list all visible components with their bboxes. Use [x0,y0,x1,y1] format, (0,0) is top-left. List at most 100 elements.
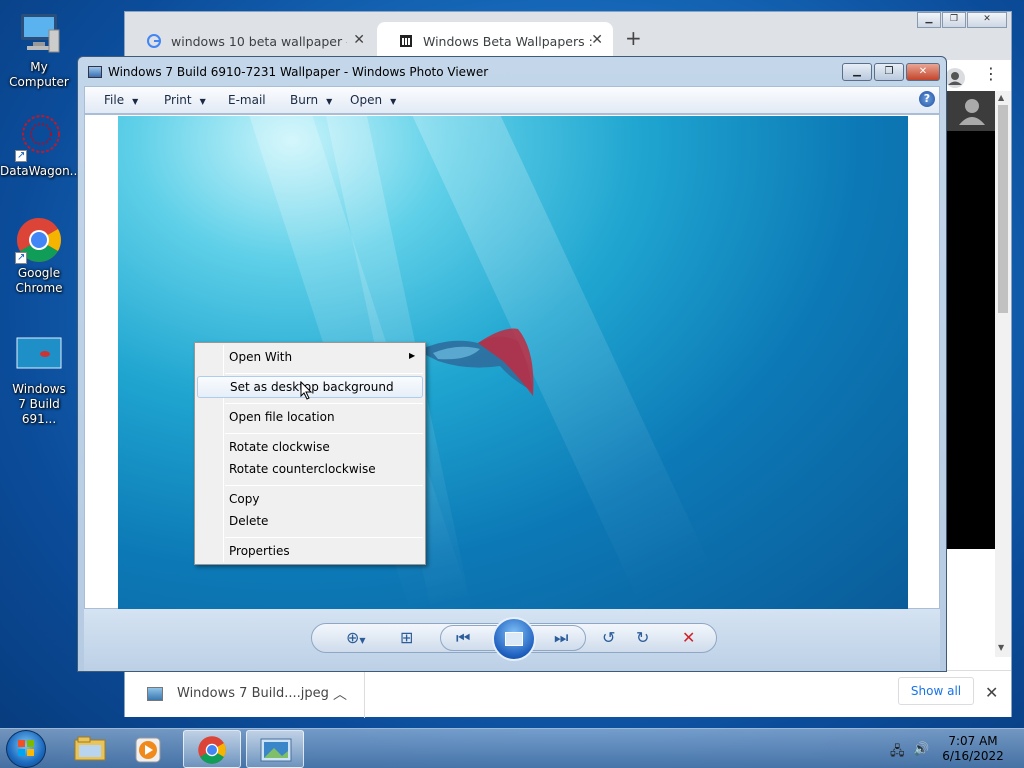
maximize-button[interactable]: ❐ [874,63,904,81]
rotate-counterclockwise-icon[interactable]: ↺ [602,628,615,647]
chevron-up-icon[interactable]: ︿ [333,684,347,704]
image-file-icon [147,687,163,701]
menu-print[interactable]: Print ▼ [164,93,206,107]
tab-label: windows 10 beta wallpaper - Goo [171,33,347,49]
browser-minimize-button[interactable]: ▁ [917,12,941,28]
tab-wallpapers[interactable]: Windows Beta Wallpapers : Wallp ✕ [377,22,613,60]
dropdown-arrow-icon: ▼ [199,97,206,106]
chrome-icon [15,216,63,265]
datawagon-icon [15,114,63,163]
profile-icon[interactable] [945,68,965,88]
dropdown-arrow-icon: ▼ [326,97,333,106]
desktop-icon-google-chrome[interactable]: Google Chrome [0,216,78,296]
scrollbar-thumb[interactable] [998,105,1008,313]
window-title: Windows 7 Build 6910-7231 Wallpaper - Wi… [108,65,489,79]
shortcut-arrow-icon [15,250,27,265]
menu-label: Burn [290,93,319,107]
menu-label: Print [164,93,192,107]
context-menu: Open With ▶ Set as desktop background Op… [194,342,426,565]
menu-separator [225,485,423,486]
page-scrollbar[interactable]: ▲ ▼ [995,91,1011,657]
download-item[interactable]: Windows 7 Build....jpeg ︿ [125,671,365,718]
mouse-cursor-icon [300,381,313,400]
minimize-button[interactable]: ▁ [842,63,872,81]
betta-fish-image [418,328,534,396]
tab-close-icon[interactable]: ✕ [591,32,603,48]
desktop-icon-label: Google Chrome [15,266,63,295]
shortcut-arrow-icon [15,148,27,163]
system-clock[interactable]: 7:07 AM 6/16/2022 [940,734,1006,764]
page-dark-topbar [947,91,995,131]
desktop-icon-datawagon[interactable]: DataWagon... [0,114,82,179]
taskbar-photo-viewer[interactable] [246,730,304,768]
close-button[interactable]: ✕ [906,63,940,81]
menu-burn[interactable]: Burn ▼ [290,93,332,107]
next-icon[interactable]: ⏭ [554,628,568,648]
google-icon [147,34,161,48]
show-all-button[interactable]: Show all [898,677,974,705]
browser-restore-button[interactable]: ❐ [942,12,966,28]
actual-size-icon[interactable]: ⊞ [400,628,413,647]
desktop-icon-my-computer[interactable]: My Computer [0,10,78,90]
taskbar-chrome[interactable] [183,730,241,768]
rotate-clockwise-icon[interactable]: ↻ [636,628,649,647]
menu-item-open-file-location[interactable]: Open file location [229,410,335,424]
download-filename: Windows 7 Build....jpeg [177,686,329,701]
menu-label: File [104,93,125,107]
photo-viewer-icon [260,738,292,762]
user-avatar-icon [959,99,985,125]
taskbar-explorer[interactable] [62,730,120,768]
browser-close-button[interactable]: ✕ [967,12,1007,28]
dropdown-arrow-icon: ▼ [390,97,397,106]
taskbar-media-player[interactable] [120,730,178,768]
menu-label: Open [350,93,383,107]
menu-item-rotate-clockwise[interactable]: Rotate clockwise [229,440,330,454]
folder-icon [74,736,106,761]
volume-icon[interactable]: 🔊 [913,742,929,757]
slideshow-icon [505,632,523,646]
viewer-menubar: File ▼ Print ▼ E-mail Burn ▼ Open ▼ ? [84,86,940,114]
new-tab-button[interactable]: + [625,26,642,50]
clock-time: 7:07 AM [948,734,998,748]
menu-item-copy[interactable]: Copy [229,492,259,506]
menu-file[interactable]: File ▼ [104,93,138,107]
delete-icon[interactable]: ✕ [682,628,695,647]
menu-kebab-icon[interactable]: ⋮ [983,64,999,83]
museum-icon [400,35,412,47]
download-bar-close-icon[interactable]: ✕ [985,683,998,702]
menu-item-open-with[interactable]: Open With [229,350,292,364]
tab-close-icon[interactable]: ✕ [353,32,365,48]
download-bar: Windows 7 Build....jpeg ︿ Show all ✕ [125,670,1011,718]
previous-icon[interactable]: ⏮ [456,628,470,648]
tab-label: Windows Beta Wallpapers : Wallp [423,33,595,49]
dropdown-arrow-icon: ▼ [132,97,139,106]
tab-google-search[interactable]: windows 10 beta wallpaper - Goo ✕ [125,22,375,60]
menu-open[interactable]: Open ▼ [350,93,396,107]
menu-separator [225,433,423,434]
scroll-up-icon[interactable]: ▲ [998,93,1004,102]
zoom-icon[interactable]: ⊕▼ [346,628,366,647]
menu-separator [225,537,423,538]
menu-email[interactable]: E-mail [228,93,266,107]
viewer-toolbar: ⊕▼ ⊞ ⏮ ⏭ ↺ ↻ ✕ [84,609,940,671]
help-icon[interactable]: ? [919,91,935,107]
page-dark-panel [947,91,995,549]
desktop-icon-label: DataWagon... [0,164,82,178]
computer-icon [15,10,63,58]
photo-viewer-app-icon [88,66,102,78]
menu-item-properties[interactable]: Properties [229,544,290,558]
image-file-icon [15,332,63,380]
menu-label: E-mail [228,93,266,107]
start-button[interactable] [6,730,46,768]
clock-date: 6/16/2022 [942,749,1004,763]
slideshow-button[interactable] [492,617,536,661]
tab-strip: windows 10 beta wallpaper - Goo ✕ Window… [125,12,1011,60]
desktop-icon-label: My Computer [9,60,69,89]
menu-item-delete[interactable]: Delete [229,514,268,528]
windows-logo-icon [18,740,34,756]
menu-item-rotate-counterclockwise[interactable]: Rotate counterclockwise [229,462,376,476]
network-icon[interactable]: 🖧 [890,742,905,764]
scroll-down-icon[interactable]: ▼ [998,643,1004,652]
desktop-icon-wallpaper-file[interactable]: Windows 7 Build 691... [0,332,78,427]
desktop-icon-label: Windows 7 Build 691... [12,382,66,426]
